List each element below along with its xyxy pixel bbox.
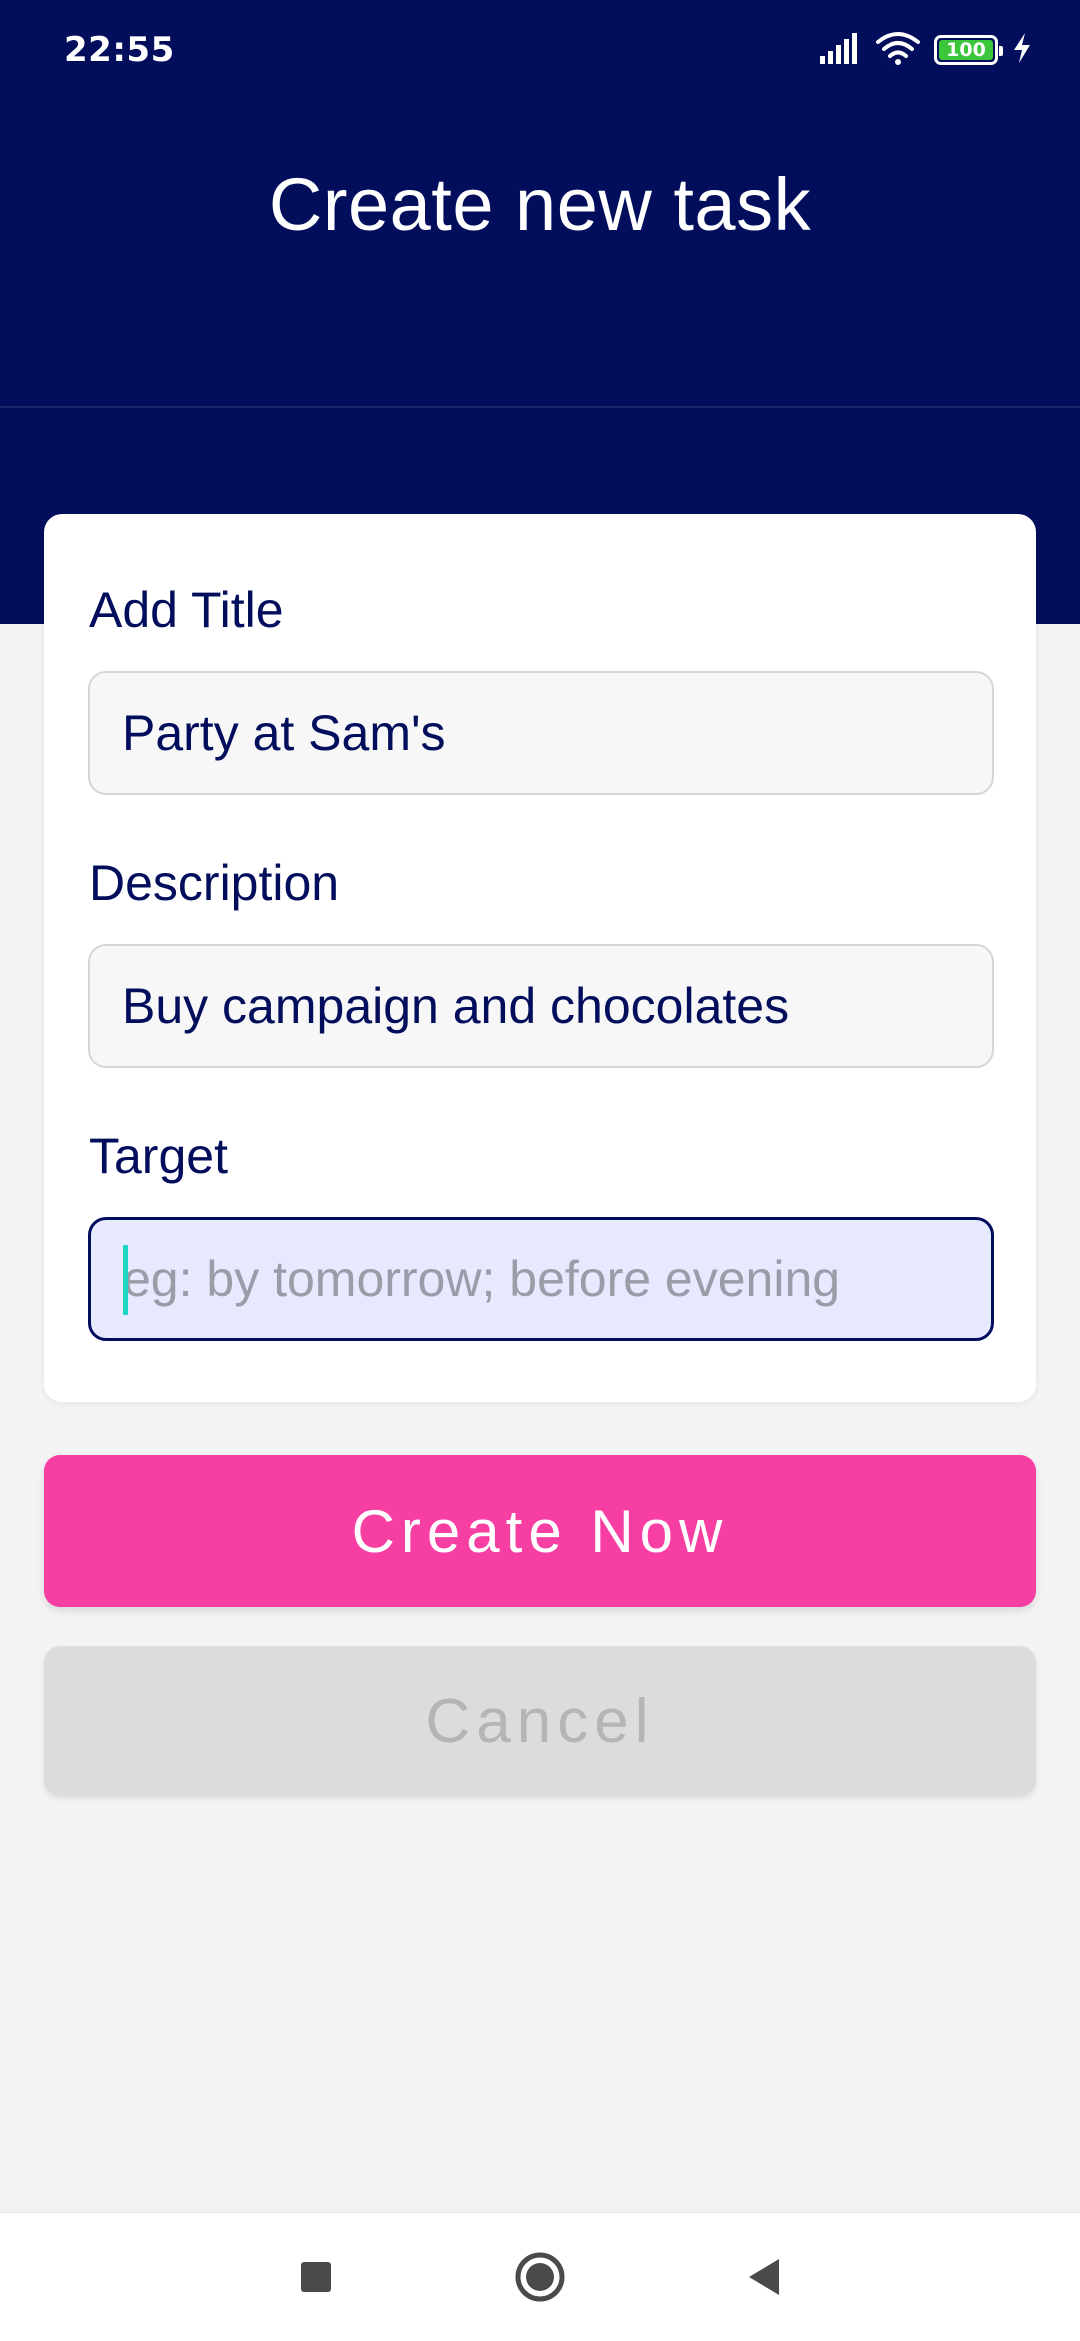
battery-level: 100 bbox=[946, 39, 986, 61]
title-input-value: Party at Sam's bbox=[122, 705, 446, 761]
header-divider bbox=[0, 406, 1080, 408]
status-icons: 100 bbox=[818, 28, 1032, 72]
target-input[interactable]: eg: by tomorrow; before evening bbox=[88, 1217, 994, 1341]
battery-icon: 100 bbox=[934, 35, 1003, 65]
target-label: Target bbox=[89, 1128, 228, 1184]
charging-icon bbox=[1012, 32, 1032, 69]
status-time: 22:55 bbox=[64, 30, 175, 70]
back-icon[interactable] bbox=[734, 2247, 794, 2307]
navigation-bar bbox=[0, 2212, 1080, 2341]
home-icon[interactable] bbox=[510, 2247, 570, 2307]
page-title: Create new task bbox=[268, 163, 812, 246]
description-input[interactable]: Buy campaign and chocolates bbox=[88, 944, 994, 1068]
text-caret bbox=[123, 1245, 128, 1315]
wifi-icon bbox=[876, 30, 920, 71]
title-input[interactable]: Party at Sam's bbox=[88, 671, 994, 795]
description-input-value: Buy campaign and chocolates bbox=[122, 978, 790, 1034]
recents-icon[interactable] bbox=[286, 2247, 346, 2307]
title-label: Add Title bbox=[89, 582, 284, 638]
signal-icon bbox=[818, 32, 862, 69]
create-now-button[interactable]: Create Now bbox=[44, 1455, 1036, 1607]
status-bar: 22:55 100 bbox=[0, 0, 1080, 100]
cancel-button[interactable]: Cancel bbox=[44, 1646, 1036, 1796]
target-input-placeholder: eg: by tomorrow; before evening bbox=[123, 1251, 841, 1307]
task-form-card: Add Title Party at Sam's Description Buy… bbox=[44, 514, 1036, 1402]
description-label: Description bbox=[89, 855, 340, 911]
